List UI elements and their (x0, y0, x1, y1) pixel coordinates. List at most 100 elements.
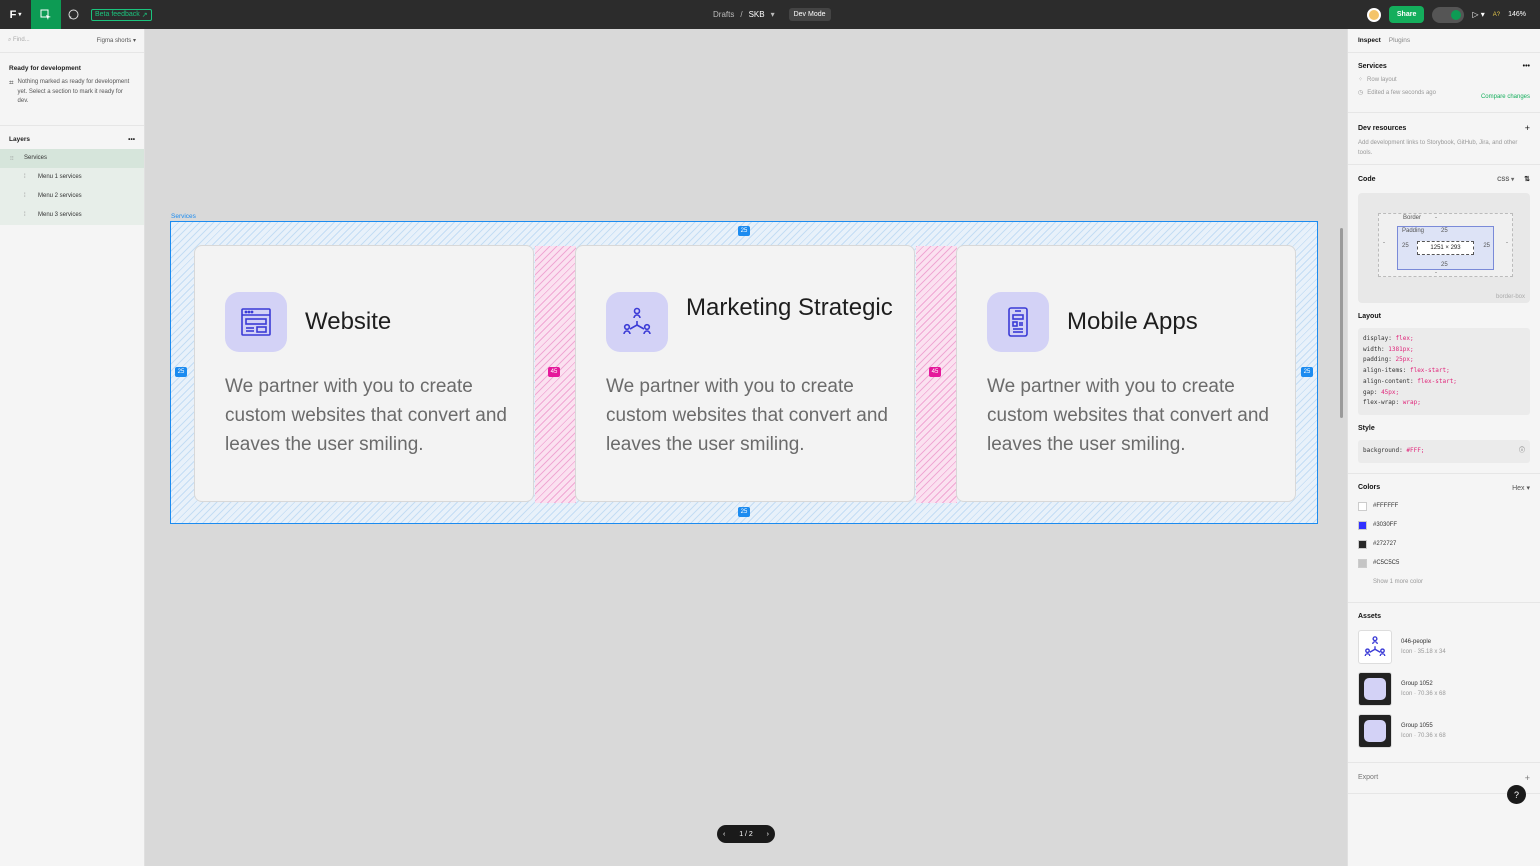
color-swatch-row[interactable]: #272727 (1358, 535, 1530, 554)
frame-icon: ⁞ (24, 212, 26, 218)
code-line: padding: 25px; (1363, 356, 1414, 364)
beta-feedback-button[interactable]: Beta feedback ↗ (91, 8, 152, 21)
layers-header: Layers ••• (0, 124, 144, 149)
figma-logo-icon: F (9, 8, 17, 21)
canvas-scrollbar[interactable] (1340, 228, 1343, 418)
layout-code[interactable]: display: flex; width: 1381px; padding: 2… (1358, 328, 1530, 415)
layout-section: Layout display: flex; width: 1381px; pad… (1348, 307, 1540, 419)
dev-mode-toggle[interactable] (1432, 6, 1465, 23)
padding-badge-bottom: 25 (738, 507, 750, 517)
code-line: width: 1381px; (1363, 345, 1414, 353)
help-button[interactable]: ? (1507, 785, 1526, 804)
color-format-dropdown[interactable]: Hex ▾ (1512, 484, 1530, 492)
canvas[interactable]: Services Website We partner with you to … (145, 29, 1347, 866)
top-toolbar: F ▾ Beta feedback ↗ Drafts / SKB ▾ Dev Mod… (0, 0, 1540, 29)
info-icon[interactable]: ⓘ (1519, 446, 1525, 457)
code-line: flex-wrap: wrap; (1363, 399, 1421, 407)
layer-menu-1[interactable]: ⁞ Menu 1 services (0, 167, 144, 187)
code-icon (1451, 9, 1462, 20)
auto-layout-icon: ⁘ (1358, 77, 1364, 83)
show-more-colors-link[interactable]: Show 1 more color (1358, 573, 1530, 592)
style-section: Style background: #FFF; ⓘ (1348, 419, 1540, 474)
code-settings-icon[interactable]: ⇅ (1524, 175, 1530, 183)
chevron-left-icon[interactable]: ‹ (723, 831, 725, 838)
share-button[interactable]: Share (1388, 6, 1425, 23)
frame-icon: ⁞ (24, 174, 26, 180)
layer-menu-2[interactable]: ⁞ Menu 2 services (0, 186, 144, 206)
search-bar[interactable]: ⌕ Find... Figma shorts ▾ (0, 29, 144, 53)
color-swatch-row[interactable]: #3030FF (1358, 516, 1530, 535)
more-options-icon[interactable]: ••• (1523, 63, 1530, 70)
color-swatch (1358, 520, 1367, 530)
code-language-dropdown[interactable]: CSS ▾ (1497, 176, 1514, 183)
shortcuts-dropdown[interactable]: Figma shorts ▾ (97, 37, 136, 44)
frame-label[interactable]: Services (171, 213, 196, 220)
card-description: We partner with you to create custom web… (225, 376, 507, 455)
frame-icon: ⁞ (24, 193, 26, 199)
mobile-icon (1358, 713, 1392, 748)
breadcrumb: Drafts / SKB ▾ Dev Mode (713, 0, 831, 29)
layer-menu-3[interactable]: ⁞ Menu 3 services (0, 205, 144, 225)
box-model-content: 1251 × 293 (1417, 241, 1474, 255)
move-tool-button[interactable] (31, 0, 61, 29)
code-section: Code CSS ▾ ⇅ Border - - - - Padding 25 25 … (1348, 165, 1540, 307)
accessibility-badge[interactable]: A? (1493, 12, 1500, 18)
services-frame[interactable]: Website We partner with you to create cu… (170, 221, 1318, 524)
left-panel: ⌕ Find... Figma shorts ▾ Ready for devel… (0, 29, 145, 866)
toolbar-right: Share ▷ ▾ A? 146% (1366, 0, 1540, 29)
mobile-icon (987, 292, 1049, 352)
selection-title: Services (1358, 63, 1387, 70)
box-model-border: Border - - - - Padding 25 25 25 25 1251 … (1378, 213, 1513, 277)
color-swatch-row[interactable]: #C5C5C5 (1358, 554, 1530, 573)
external-link-icon: ↗ (141, 11, 148, 19)
zoom-level[interactable]: 146% (1508, 11, 1526, 18)
search-input[interactable]: Find... (13, 37, 30, 43)
more-options-icon[interactable]: ••• (128, 136, 135, 143)
code-line: align-content: flex-start; (1363, 377, 1457, 385)
website-icon (1358, 671, 1392, 706)
style-code[interactable]: background: #FFF; ⓘ (1358, 439, 1530, 463)
box-model: Border - - - - Padding 25 25 25 25 1251 … (1358, 193, 1530, 303)
comment-tool-button[interactable] (61, 0, 85, 29)
layer-services[interactable]: ⁝⁝ Services (0, 148, 144, 168)
service-card-marketing[interactable]: Marketing Strategic We partner with you … (575, 245, 915, 502)
asset-row[interactable]: Group 1052 Icon · 70.36 x 68 (1358, 668, 1530, 710)
padding-badge-top: 25 (738, 226, 750, 236)
gap-badge: 45 (929, 367, 941, 377)
assets-section: Assets 046-people Icon · 35.18 x 34 Group… (1348, 603, 1540, 763)
right-panel: Inspect Plugins Services ••• ⁘ Row layout … (1347, 29, 1540, 866)
compare-changes-link[interactable]: Compare changes (1481, 94, 1530, 100)
website-icon (225, 292, 287, 352)
service-card-mobile[interactable]: Mobile Apps We partner with you to creat… (956, 245, 1296, 502)
card-title: Website (305, 308, 392, 335)
present-play-icon[interactable]: ▷ ▾ (1472, 10, 1484, 19)
tab-plugins[interactable]: Plugins (1389, 37, 1410, 44)
asset-row[interactable]: 046-people Icon · 35.18 x 34 (1358, 626, 1530, 668)
color-swatch (1358, 539, 1367, 549)
code-line: align-items: flex-start; (1363, 367, 1450, 375)
add-export-icon[interactable]: + (1525, 773, 1530, 783)
search-icon: ⌕ (8, 37, 12, 43)
code-line: gap: 45px; (1363, 388, 1400, 396)
cursor-icon (40, 9, 51, 20)
file-name[interactable]: SKB (749, 10, 765, 19)
main-menu-button[interactable]: F ▾ (0, 0, 31, 29)
avatar[interactable] (1366, 7, 1381, 22)
padding-badge-left: 25 (175, 367, 187, 377)
ready-for-dev-note: ⌗ Nothing marked as ready for developmen… (0, 78, 144, 107)
tab-inspect[interactable]: Inspect (1358, 37, 1381, 44)
asset-row[interactable]: Group 1055 Icon · 70.36 x 68 (1358, 710, 1530, 752)
people-icon (1358, 629, 1392, 664)
inspect-tabs: Inspect Plugins (1348, 29, 1540, 53)
breadcrumb-drafts[interactable]: Drafts (713, 10, 734, 19)
card-description: We partner with you to create custom web… (987, 376, 1269, 455)
dev-mode-badge[interactable]: Dev Mode (788, 8, 831, 21)
colors-section: Colors Hex ▾ #FFFFFF #3030FF #272727 #C5C… (1348, 474, 1540, 603)
chevron-down-icon[interactable]: ▾ (771, 10, 775, 19)
chevron-right-icon[interactable]: › (767, 831, 769, 838)
add-icon[interactable]: + (1525, 123, 1530, 133)
page-indicator: 1 / 2 (739, 830, 753, 838)
dev-resources-section: Dev resources + Add development links to … (1348, 113, 1540, 165)
service-card-website[interactable]: Website We partner with you to create cu… (194, 245, 534, 502)
color-swatch-row[interactable]: #FFFFFF (1358, 497, 1530, 516)
